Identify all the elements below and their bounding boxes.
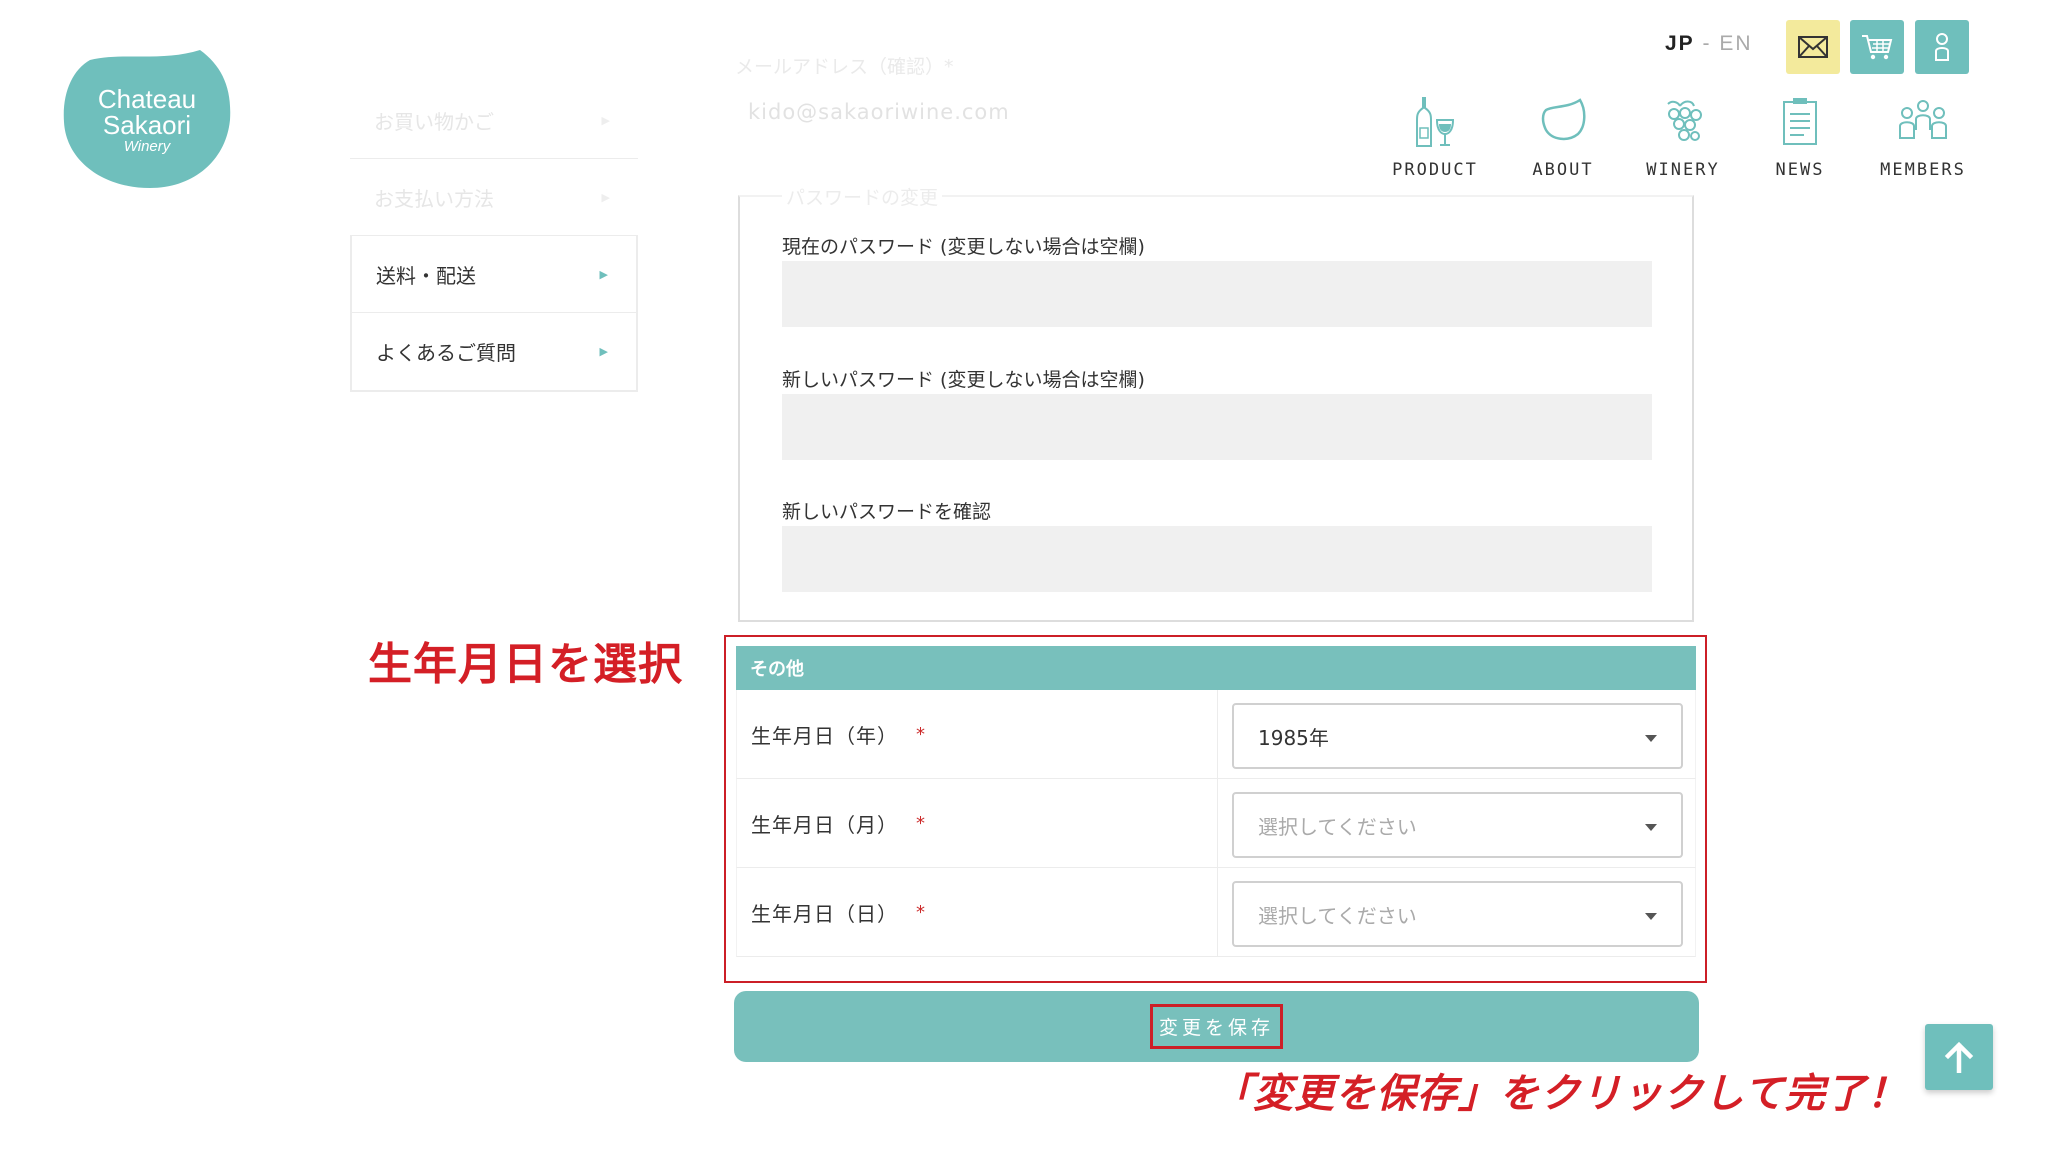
birth-month-row: 生年月日（月） * 選択してください bbox=[736, 779, 1696, 868]
people-icon bbox=[1899, 100, 1947, 139]
birth-month-value: 選択してください bbox=[1258, 814, 1417, 839]
nav-label: WINERY bbox=[1646, 160, 1720, 180]
mail-icon bbox=[1798, 36, 1828, 58]
save-changes-label: 変更を保存 bbox=[1149, 1004, 1283, 1049]
new-password-label: 新しいパスワード (変更しない場合は空欄) bbox=[782, 369, 1145, 391]
confirm-password-input[interactable] bbox=[782, 526, 1652, 592]
sidebar-item-payment[interactable]: お支払い方法 ▶ bbox=[350, 159, 638, 236]
logo-text-line-1: Chateau bbox=[97, 84, 197, 114]
other-section-heading-text: その他 bbox=[750, 659, 804, 680]
birth-year-value: 1985年 bbox=[1258, 725, 1329, 750]
save-changes-button[interactable]: 変更を保存 bbox=[734, 991, 1699, 1062]
scroll-to-top-button[interactable] bbox=[1925, 1024, 1993, 1090]
birth-year-label: 生年月日（年） * bbox=[751, 690, 926, 778]
sidebar-item-faq[interactable]: よくあるご質問 ▶ bbox=[352, 313, 636, 390]
sidebar-item-label: お支払い方法 bbox=[374, 186, 494, 211]
nav-about[interactable]: ABOUT bbox=[1503, 96, 1623, 180]
account-sidebar: お買い物かご ▶ お支払い方法 ▶ 送料・配送 ▶ よくあるご質問 ▶ bbox=[350, 82, 638, 392]
clipboard-icon bbox=[1783, 98, 1817, 145]
row-divider bbox=[1217, 779, 1218, 867]
cart-icon bbox=[1862, 35, 1893, 60]
other-section-heading: その他 bbox=[736, 646, 1696, 690]
chevron-down-icon bbox=[1645, 913, 1657, 920]
email-confirm-field[interactable]: kido@sakaoriwine.com bbox=[748, 100, 1010, 124]
nav-label: ABOUT bbox=[1532, 160, 1594, 180]
birth-day-label: 生年月日（日） * bbox=[751, 868, 926, 956]
birth-day-value: 選択してください bbox=[1258, 903, 1417, 928]
sidebar-item-shipping[interactable]: 送料・配送 ▶ bbox=[352, 236, 636, 313]
logo-text-line-3: Winery bbox=[123, 138, 171, 155]
chevron-down-icon bbox=[1645, 824, 1657, 831]
birth-day-row: 生年月日（日） * 選択してください bbox=[736, 868, 1696, 957]
new-password-input[interactable] bbox=[782, 394, 1652, 460]
nav-winery[interactable]: WINERY bbox=[1623, 96, 1743, 180]
arrow-right-icon: ▶ bbox=[599, 345, 608, 358]
wine-bottle-icon bbox=[1416, 97, 1455, 147]
sidebar-item-label: お買い物かご bbox=[374, 109, 494, 134]
arrow-right-icon: ▶ bbox=[601, 190, 610, 204]
language-switch: JP - EN bbox=[1665, 32, 1753, 56]
wine-glass-icon bbox=[1541, 98, 1586, 141]
birth-year-select[interactable]: 1985年 bbox=[1232, 703, 1683, 769]
required-mark: * bbox=[916, 723, 926, 745]
current-password-input[interactable] bbox=[782, 261, 1652, 327]
required-mark: * bbox=[916, 812, 926, 834]
birth-day-label-text: 生年月日（日） bbox=[751, 901, 898, 926]
nav-product[interactable]: PRODUCT bbox=[1375, 96, 1495, 180]
user-icon bbox=[1935, 33, 1949, 61]
annotation-select-birthday: 生年月日を選択 bbox=[368, 639, 683, 690]
lang-en-link[interactable]: EN bbox=[1719, 32, 1752, 55]
birth-day-select[interactable]: 選択してください bbox=[1232, 881, 1683, 947]
arrow-right-icon: ▶ bbox=[601, 113, 610, 127]
chevron-down-icon bbox=[1645, 735, 1657, 742]
grapes-icon bbox=[1667, 100, 1702, 141]
account-button[interactable] bbox=[1915, 20, 1969, 74]
nav-label: PRODUCT bbox=[1392, 160, 1478, 180]
lang-jp-link[interactable]: JP bbox=[1665, 32, 1695, 55]
nav-label: MEMBERS bbox=[1880, 160, 1966, 180]
lang-separator: - bbox=[1702, 32, 1712, 55]
arrow-right-icon: ▶ bbox=[599, 267, 608, 281]
row-divider bbox=[1217, 690, 1218, 778]
row-divider bbox=[1217, 868, 1218, 956]
birth-month-label: 生年月日（月） * bbox=[751, 779, 926, 867]
sidebar-item-label: 送料・配送 bbox=[376, 263, 476, 288]
birth-year-label-text: 生年月日（年） bbox=[751, 723, 898, 748]
brand-logo[interactable]: Chateau Sakaori Winery bbox=[62, 48, 232, 188]
birth-month-label-text: 生年月日（月） bbox=[751, 812, 898, 837]
annotation-click-save: 「変更を保存」をクリックして完了！ bbox=[1212, 1070, 1908, 1117]
nav-news[interactable]: NEWS bbox=[1740, 96, 1860, 180]
password-legend: パスワードの変更 bbox=[782, 183, 943, 210]
arrow-up-icon bbox=[1944, 1041, 1974, 1073]
birth-month-select[interactable]: 選択してください bbox=[1232, 792, 1683, 858]
nav-label: NEWS bbox=[1775, 160, 1825, 180]
confirm-password-label: 新しいパスワードを確認 bbox=[782, 501, 992, 523]
logo-text-line-2: Sakaori bbox=[102, 110, 192, 140]
sidebar-item-cart[interactable]: お買い物かご ▶ bbox=[350, 82, 638, 159]
current-password-label: 現在のパスワード (変更しない場合は空欄) bbox=[782, 236, 1145, 258]
required-mark: * bbox=[916, 901, 926, 923]
contact-button[interactable] bbox=[1786, 20, 1840, 74]
sidebar-item-label: よくあるご質問 bbox=[376, 341, 516, 365]
nav-members[interactable]: MEMBERS bbox=[1863, 96, 1983, 180]
email-confirm-label: メールアドレス（確認）* bbox=[735, 56, 954, 78]
birth-year-row: 生年月日（年） * 1985年 bbox=[736, 690, 1696, 779]
cart-button[interactable] bbox=[1850, 20, 1904, 74]
